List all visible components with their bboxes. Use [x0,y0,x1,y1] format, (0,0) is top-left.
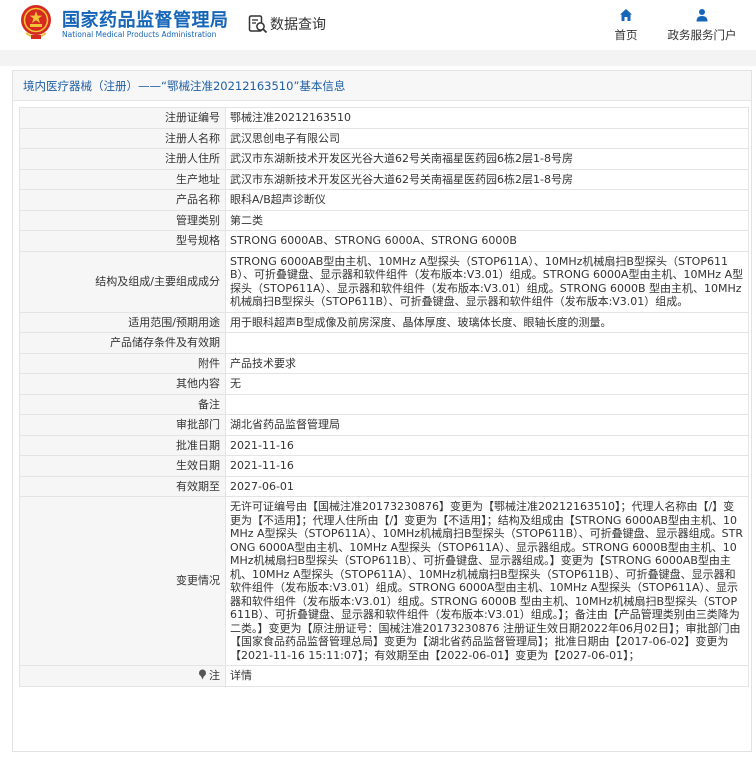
field-label: 产品名称 [19,189,226,211]
table-row: 结构及组成/主要组成成分 STRONG 6000AB型由主机、10MHz A型探头… [19,250,749,313]
nav-home-label: 首页 [614,28,638,42]
panel-title: 境内医疗器械（注册）——“鄂械注准20212163510”基本信息 [13,71,751,101]
field-label: 审批部门 [19,414,226,436]
site-header: 国家药品监督管理局 National Medical Products Admi… [0,0,756,50]
table-row: 管理类别 第二类 [19,209,749,231]
table-row: 注册人住所 武汉市东湖新技术开发区光谷大道62号关南福星医药园6栋2层1-8号房 [19,148,749,170]
field-value: 武汉市东湖新技术开发区光谷大道62号关南福星医药园6栋2层1-8号房 [225,168,749,190]
user-icon [696,9,708,22]
field-value: 2021-11-16 [225,434,749,456]
data-query-label[interactable]: 数据查询 [270,14,326,34]
nav-home[interactable]: 首页 [610,8,642,43]
table-row: 其他内容无 [19,373,749,395]
field-value [225,393,749,415]
field-label: 注 [19,665,226,687]
field-label: 附件 [19,352,226,374]
field-value: 鄂械注准20212163510 [225,107,749,129]
field-value: 用于眼科超声B型成像及前房深度、晶体厚度、玻璃体长度、眼轴长度的测量。 [225,311,749,333]
field-value: 武汉市东湖新技术开发区光谷大道62号关南福星医药园6栋2层1-8号房 [225,148,749,170]
field-value: 湖北省药品监督管理局 [225,414,749,436]
table-row: 备注 [19,393,749,415]
field-label: 批准日期 [19,434,226,456]
field-label: 生产地址 [19,168,226,190]
field-value: 无许可证编号由【国械注准20173230876】变更为【鄂械注准20212163… [225,496,749,666]
field-value [225,332,749,354]
field-value: 眼科A/B超声诊断仪 [225,189,749,211]
table-row: 生效日期 2021-11-16 [19,455,749,477]
table-row: 变更情况 无许可证编号由【国械注准20173230876】变更为【鄂械注准2021… [19,496,749,666]
table-row: 产品储存条件及有效期 [19,332,749,354]
field-label: 生效日期 [19,455,226,477]
table-row: 注册证编号 鄂械注准20212163510 [19,107,749,129]
table-row: 生产地址 武汉市东湖新技术开发区光谷大道62号关南福星医药园6栋2层1-8号房 [19,168,749,190]
field-label: 有效期至 [19,475,226,497]
table-row: 注详情 [19,665,749,687]
table-row: 适用范围/预期用途 用于眼科超声B型成像及前房深度、晶体厚度、玻璃体长度、眼轴长度… [19,311,749,333]
nav-service-portal[interactable]: 政务服务门户 [662,8,742,43]
field-value: 2021-11-16 [225,455,749,477]
field-label: 注册人名称 [19,127,226,149]
table-row: 有效期至 2027-06-01 [19,475,749,497]
site-title[interactable]: 国家药品监督管理局 [62,6,229,32]
details-link[interactable]: 详情 [225,665,749,687]
home-icon [620,9,632,21]
field-value: STRONG 6000AB、STRONG 6000A、STRONG 6000B [225,230,749,252]
pin-icon [198,669,209,682]
data-query-icon [248,15,268,34]
table-row: 附件 产品技术要求 [19,352,749,374]
field-label: 其他内容 [19,373,226,395]
field-value: 无 [225,373,749,395]
field-label: 备注 [19,393,226,415]
table-row: 注册人名称 武汉思创电子有限公司 [19,127,749,149]
field-value: 第二类 [225,209,749,231]
detail-panel: 境内医疗器械（注册）——“鄂械注准20212163510”基本信息 注册证编号鄂… [12,70,752,752]
field-value: 产品技术要求 [225,352,749,374]
table-row: 审批部门 湖北省药品监督管理局 [19,414,749,436]
field-label: 注册证编号 [19,107,226,129]
site-title-en[interactable]: National Medical Products Administration [62,30,216,39]
table-row: 型号规格 STRONG 6000AB、STRONG 6000A、STRONG 60… [19,230,749,252]
field-label: 管理类别 [19,209,226,231]
field-label: 变更情况 [19,496,226,666]
field-value: 武汉思创电子有限公司 [225,127,749,149]
field-label: 结构及组成/主要组成成分 [19,250,226,313]
nav-service-label: 政务服务门户 [667,28,737,42]
field-label: 产品储存条件及有效期 [19,332,226,354]
field-label: 适用范围/预期用途 [19,311,226,333]
info-table: 注册证编号 鄂械注准20212163510 注册人名称 武汉思创电子有限公司 注册人住所… [19,107,749,687]
field-label: 注册人住所 [19,148,226,170]
national-emblem-icon[interactable] [18,3,54,41]
header-separator [0,50,756,66]
table-row: 产品名称 眼科A/B超声诊断仪 [19,189,749,211]
field-value: 2027-06-01 [225,475,749,497]
field-value: STRONG 6000AB型由主机、10MHz A型探头（STOP611A）、1… [225,250,749,313]
field-label: 型号规格 [19,230,226,252]
table-row: 批准日期 2021-11-16 [19,434,749,456]
